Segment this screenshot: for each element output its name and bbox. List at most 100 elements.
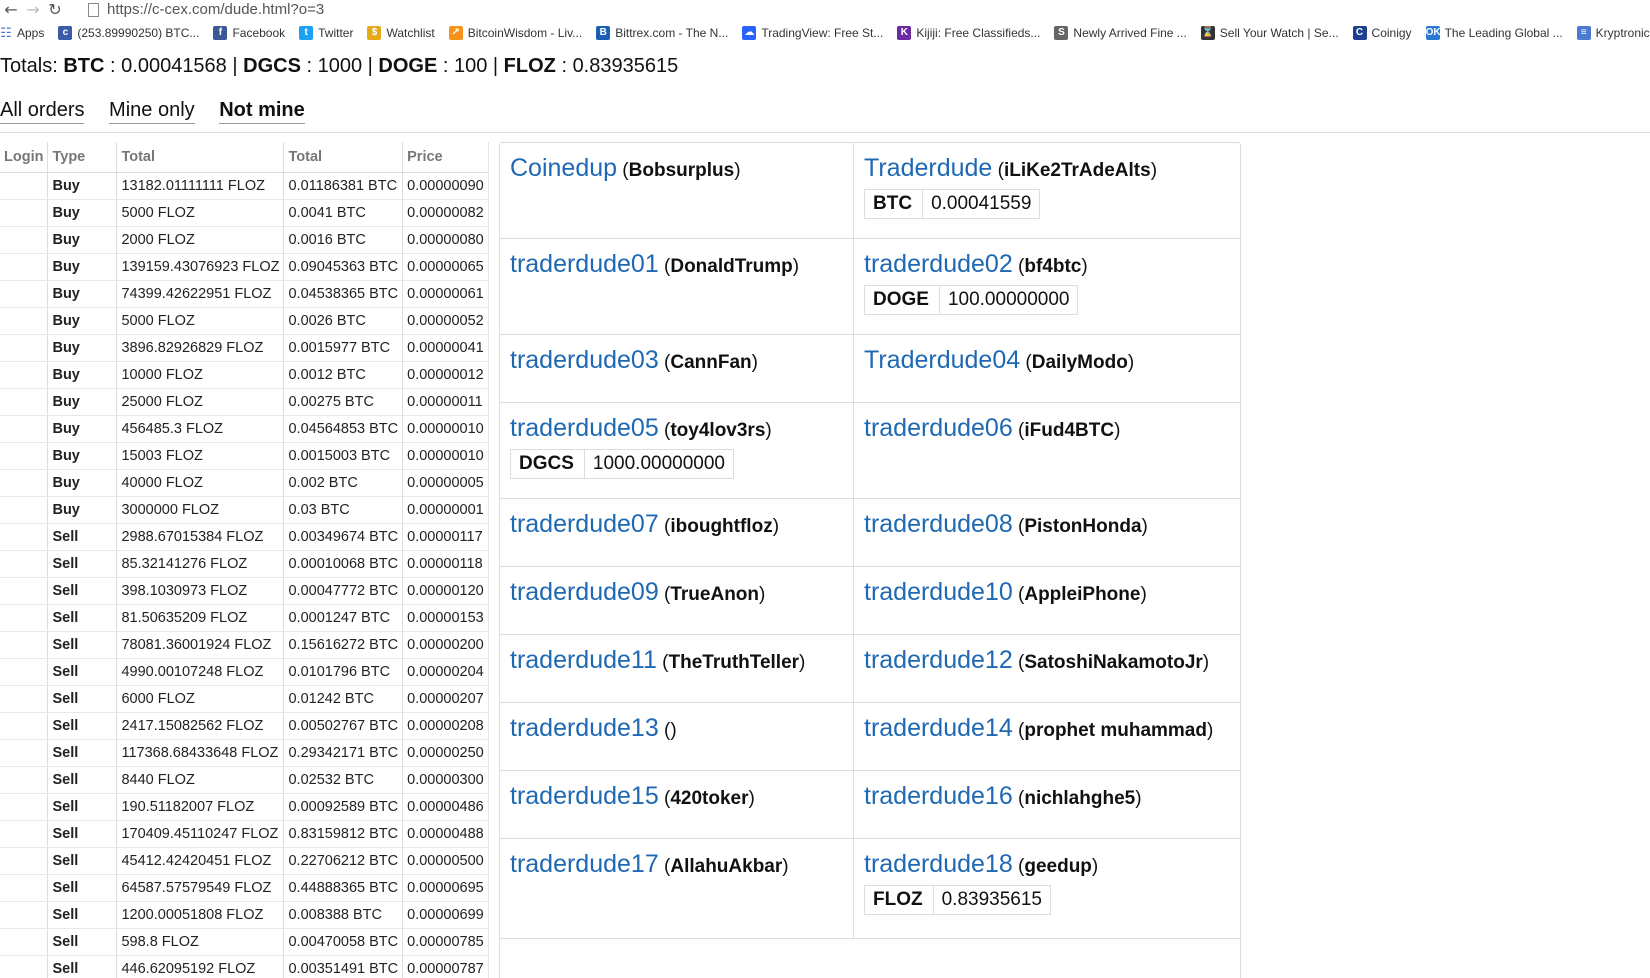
dude-account-link[interactable]: traderdude12 [864, 646, 1013, 674]
filter-not-mine[interactable]: Not mine [219, 98, 305, 124]
bookmark-item[interactable]: t Twitter [299, 26, 353, 40]
col-type[interactable]: Type [47, 142, 118, 173]
bitcoinwisdom-icon: ↗ [448, 26, 463, 40]
balance-amount: 0.83935615 [941, 889, 1042, 910]
bookmark-item[interactable]: ↗ BitcoinWisdom - Liv... [448, 26, 582, 40]
dude-account-link[interactable]: traderdude08 [864, 510, 1013, 538]
col-price[interactable]: Price [402, 142, 490, 173]
dude-username: iFud4BTC [1024, 420, 1115, 441]
dude-account-link[interactable]: Coinedup [510, 154, 617, 182]
table-row[interactable]: Buy 5000 FLOZ 0.0026 BTC 0.00000052 [0, 307, 490, 335]
dude-accounts-panel: Coinedup (Bobsurplus) Traderdude (iLiKe2T… [499, 142, 1241, 978]
table-row[interactable]: Sell 117368.68433648 FLOZ 0.29342171 BTC 0.… [0, 739, 490, 767]
cell-total-amount: 1200.00051808 FLOZ [116, 901, 285, 929]
table-row[interactable]: Buy 25000 FLOZ 0.00275 BTC 0.00000011 [0, 388, 490, 416]
dude-account-link[interactable]: traderdude10 [864, 578, 1013, 606]
table-row[interactable]: Buy 13182.01111111 FLOZ 0.01186381 BTC 0.00… [0, 172, 490, 200]
table-row[interactable]: Sell 598.8 FLOZ 0.00470058 BTC 0.00000785 [0, 928, 490, 956]
cell-type: Sell [47, 631, 118, 659]
dude-account-link[interactable]: traderdude18 [864, 850, 1013, 878]
dude-account-link[interactable]: traderdude01 [510, 250, 659, 278]
cell-total-amount: 139159.43076923 FLOZ [116, 253, 285, 281]
table-row[interactable]: Buy 3000000 FLOZ 0.03 BTC 0.00000001 [0, 496, 490, 524]
table-row[interactable]: Buy 10000 FLOZ 0.0012 BTC 0.00000012 [0, 361, 490, 389]
bookmark-item[interactable]: ☁ TradingView: Free St... [742, 26, 883, 40]
dude-account-link[interactable]: traderdude16 [864, 782, 1013, 810]
forward-arrow-icon[interactable]: → [22, 1, 44, 18]
table-row[interactable]: Sell 45412.42420451 FLOZ 0.22706212 BTC 0.0… [0, 847, 490, 875]
shop-icon: S [1054, 26, 1069, 40]
bookmark-item[interactable]: S Newly Arrived Fine ... [1054, 26, 1187, 40]
table-row[interactable]: Buy 15003 FLOZ 0.0015003 BTC 0.00000010 [0, 442, 490, 470]
bookmark-item[interactable]: OK The Leading Global ... [1425, 26, 1563, 40]
dude-account-link[interactable]: traderdude11 [510, 646, 657, 674]
table-row[interactable]: Buy 5000 FLOZ 0.0041 BTC 0.00000082 [0, 199, 490, 227]
bookmark-item[interactable]: ⌛ Sell Your Watch | Se... [1200, 26, 1339, 40]
dude-card: traderdude07 (iboughtfloz) [500, 499, 854, 566]
balance-badge: FLOZ 0.83935615 [864, 885, 1051, 915]
table-row[interactable]: Sell 6000 FLOZ 0.01242 BTC 0.00000207 [0, 685, 490, 713]
cell-price: 0.00000080 [402, 226, 490, 254]
url-field[interactable]: https://c-cex.com/dude.html?o=3 [107, 1, 324, 18]
balance-symbol: BTC [865, 190, 924, 218]
table-row[interactable]: Buy 74399.42622951 FLOZ 0.04538365 BTC 0.00… [0, 280, 490, 308]
dude-account-link[interactable]: traderdude09 [510, 578, 659, 606]
table-row[interactable]: Sell 64587.57579549 FLOZ 0.44888365 BTC 0.0… [0, 874, 490, 902]
bookmark-item[interactable]: K Kijiji: Free Classifieds... [897, 26, 1040, 40]
bookmark-item[interactable]: c (253.89990250) BTC... [58, 26, 199, 40]
dude-account-link[interactable]: traderdude13 [510, 714, 659, 742]
dude-account-link[interactable]: Traderdude04 [864, 346, 1020, 374]
dude-account-link[interactable]: traderdude14 [864, 714, 1013, 742]
table-row[interactable]: Buy 2000 FLOZ 0.0016 BTC 0.00000080 [0, 226, 490, 254]
table-row[interactable]: Sell 170409.45110247 FLOZ 0.83159812 BTC 0.… [0, 820, 490, 848]
filter-mine-only[interactable]: Mine only [109, 98, 195, 124]
table-row[interactable]: Buy 40000 FLOZ 0.002 BTC 0.00000005 [0, 469, 490, 497]
table-row[interactable]: Buy 3896.82926829 FLOZ 0.0015977 BTC 0.0000… [0, 334, 490, 362]
bookmark-item[interactable]: f Facebook [213, 26, 285, 40]
table-row[interactable]: Sell 2988.67015384 FLOZ 0.00349674 BTC 0.00… [0, 523, 490, 551]
table-row[interactable]: Sell 2417.15082562 FLOZ 0.00502767 BTC 0.00… [0, 712, 490, 740]
cell-total-btc: 0.00010068 BTC [283, 550, 404, 578]
bookmark-item[interactable]: C Coinigy [1352, 26, 1412, 40]
dude-account-link[interactable]: traderdude06 [864, 414, 1013, 442]
table-row[interactable]: Sell 446.62095192 FLOZ 0.00351491 BTC 0.000… [0, 955, 490, 978]
cell-price: 0.00000300 [402, 766, 490, 794]
total-colon: : [300, 55, 318, 77]
dude-account-link[interactable]: traderdude05 [510, 414, 659, 442]
dude-account-link[interactable]: traderdude02 [864, 250, 1013, 278]
dude-account-link[interactable]: traderdude17 [510, 850, 659, 878]
table-row[interactable]: Sell 81.50635209 FLOZ 0.0001247 BTC 0.00000… [0, 604, 490, 632]
dude-account-link[interactable]: traderdude15 [510, 782, 659, 810]
filter-all-orders[interactable]: All orders [0, 98, 85, 124]
table-row[interactable]: Buy 139159.43076923 FLOZ 0.09045363 BTC 0.0… [0, 253, 490, 281]
cell-login [0, 577, 49, 605]
cell-total-btc: 0.002 BTC [283, 469, 404, 497]
table-row[interactable]: Sell 8440 FLOZ 0.02532 BTC 0.00000300 [0, 766, 490, 794]
cell-login [0, 820, 49, 848]
table-row[interactable]: Sell 85.32141276 FLOZ 0.00010068 BTC 0.0000… [0, 550, 490, 578]
table-row[interactable]: Sell 78081.36001924 FLOZ 0.15616272 BTC 0.0… [0, 631, 490, 659]
bookmark-item[interactable]: ☷ Apps [0, 26, 44, 41]
bookmark-item[interactable]: $ Watchlist [367, 26, 435, 40]
reload-icon[interactable]: ↻ [44, 1, 66, 18]
bookmark-item[interactable]: ≡ Kryptronics [1576, 26, 1650, 40]
bookmarks-bar: ☷ Apps c (253.89990250) BTC... f Facebook t Twi… [0, 21, 1650, 45]
cell-price: 0.00000052 [402, 307, 490, 335]
col-login[interactable]: Login [0, 142, 49, 173]
table-row[interactable]: Sell 4990.00107248 FLOZ 0.0101796 BTC 0.000… [0, 658, 490, 686]
col-total-amount[interactable]: Total [116, 142, 285, 173]
table-row[interactable]: Sell 398.1030973 FLOZ 0.00047772 BTC 0.0000… [0, 577, 490, 605]
cell-total-btc: 0.00092589 BTC [283, 793, 404, 821]
dude-account-link[interactable]: traderdude03 [510, 346, 659, 374]
back-arrow-icon[interactable]: ← [0, 1, 22, 18]
paren-close: ) [765, 420, 772, 441]
paren-close: ) [792, 256, 800, 277]
dude-account-link[interactable]: Traderdude [864, 154, 992, 182]
bookmark-item[interactable]: B Bittrex.com - The N... [596, 26, 728, 40]
col-total-btc[interactable]: Total [283, 142, 404, 173]
paren-close: ) [1140, 584, 1147, 605]
table-row[interactable]: Sell 190.51182007 FLOZ 0.00092589 BTC 0.000… [0, 793, 490, 821]
dude-account-link[interactable]: traderdude07 [510, 510, 659, 538]
table-row[interactable]: Buy 456485.3 FLOZ 0.04564853 BTC 0.00000010 [0, 415, 490, 443]
table-row[interactable]: Sell 1200.00051808 FLOZ 0.008388 BTC 0.0000… [0, 901, 490, 929]
